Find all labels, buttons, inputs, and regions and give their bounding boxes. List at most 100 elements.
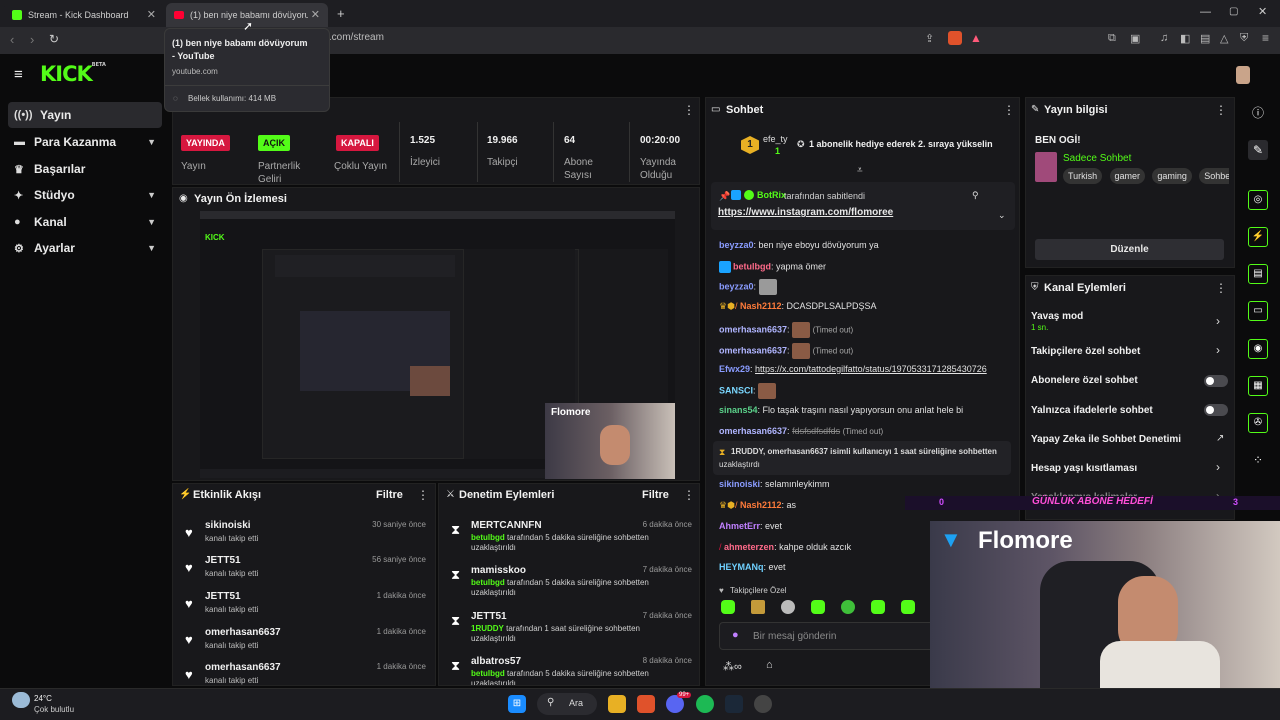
multistream-badge[interactable]: KAPALI	[336, 135, 379, 151]
chat-user[interactable]: AhmetErr	[719, 521, 760, 531]
chat-user[interactable]: SANSCI	[719, 385, 753, 395]
chevron-right-icon[interactable]: ›	[1216, 314, 1220, 328]
emote-icon[interactable]	[721, 600, 735, 614]
external-link-icon[interactable]: ↗	[1216, 433, 1224, 444]
sidebar-item-basarilar[interactable]: ♛ Başarılar	[8, 156, 162, 182]
wallet-icon[interactable]: ▤	[1200, 32, 1210, 45]
pinned-by-user[interactable]: BotRix	[757, 190, 786, 200]
more-icon[interactable]: ⋮	[683, 103, 695, 117]
more-icon[interactable]: ⋮	[1215, 103, 1227, 117]
moderator-name[interactable]: 1RUDDY	[471, 624, 504, 633]
partner-badge[interactable]: AÇIK	[258, 135, 290, 151]
mic-icon[interactable]: ●	[732, 629, 739, 641]
chat-user[interactable]: Efwx29	[719, 364, 750, 374]
chat-user[interactable]: betulbgd	[733, 261, 771, 271]
spotify-icon[interactable]	[696, 695, 714, 713]
moderator-name[interactable]: betulbgd	[471, 533, 505, 542]
moderated-user[interactable]: albatros57	[471, 656, 521, 667]
obs-icon[interactable]	[754, 695, 772, 713]
sidebar-item-studyo[interactable]: ✦ Stüdyo ▼	[8, 182, 162, 208]
close-tab-icon[interactable]: ✕	[311, 8, 320, 21]
edit-button[interactable]: Düzenle	[1035, 239, 1224, 260]
account-age-label[interactable]: Hesap yaşı kısıtlaması	[1031, 463, 1137, 474]
brave-rewards-icon[interactable]: ▲	[970, 31, 982, 45]
chat-user[interactable]: beyzza0	[719, 281, 754, 291]
followers-only-chat-label[interactable]: Takipçilere özel sohbet	[1031, 346, 1140, 357]
emote-icon[interactable]	[811, 600, 825, 614]
menu-icon[interactable]: ≡	[1262, 31, 1269, 45]
reload-icon[interactable]: ↻	[49, 32, 59, 46]
media-icon[interactable]: ♫	[1160, 32, 1168, 44]
chat-bubble-icon[interactable]: ▭	[1248, 301, 1268, 321]
chat-user[interactable]: omerhasan6637	[719, 324, 787, 334]
apps-icon[interactable]: ⁘	[1248, 450, 1268, 470]
pencil-icon[interactable]: ✎	[1248, 140, 1268, 160]
category-thumbnail[interactable]	[1035, 152, 1057, 182]
tag[interactable]: Sohbet	[1199, 168, 1229, 184]
emote-icon[interactable]	[871, 600, 885, 614]
tag[interactable]: gamer	[1109, 168, 1146, 184]
brave-shield-icon[interactable]	[948, 31, 962, 45]
subscribers-only-toggle[interactable]	[1204, 375, 1228, 387]
chevron-right-icon[interactable]: ›	[1216, 460, 1220, 474]
moderated-user[interactable]: JETT51	[471, 611, 507, 622]
hamburger-icon[interactable]: ≡	[14, 66, 23, 83]
extensions-icon[interactable]: ⧉	[1108, 32, 1116, 45]
sidebar-toggle-icon[interactable]: ◧	[1180, 32, 1190, 45]
activity-user[interactable]: omerhasan6637	[205, 627, 281, 638]
more-icon[interactable]: ⋮	[417, 488, 429, 502]
chat-user[interactable]: omerhasan6637	[719, 345, 787, 355]
target-icon[interactable]: ◎	[1248, 190, 1268, 210]
broadcast-icon[interactable]: ◉	[1248, 339, 1268, 359]
chat-user[interactable]: Nash2112	[740, 500, 782, 510]
chat-user[interactable]: beyzza0	[719, 240, 754, 250]
windows-start-icon[interactable]: ⊞	[508, 695, 526, 713]
chat-input[interactable]: ● Bir mesaj gönderin	[719, 622, 934, 650]
leo-icon[interactable]: △	[1220, 32, 1228, 45]
chevron-right-icon[interactable]: ›	[1216, 343, 1220, 357]
activity-user[interactable]: JETT51	[205, 555, 241, 566]
vpn-icon[interactable]: ⛨	[1240, 32, 1248, 45]
brave-browser-icon[interactable]	[637, 695, 655, 713]
chat-user[interactable]: sinans54	[719, 405, 758, 415]
forward-icon[interactable]: ›	[30, 32, 34, 47]
moderated-user[interactable]: mamisskoo	[471, 565, 526, 576]
share-icon[interactable]: ⇪	[925, 32, 934, 45]
document-icon[interactable]: ▤	[1248, 264, 1268, 284]
pinned-link[interactable]: https://www.instagram.com/flomoree	[718, 207, 893, 218]
steam-icon[interactable]	[725, 695, 743, 713]
people-icon[interactable]: ⁂∞	[723, 660, 742, 673]
tag[interactable]: gaming	[1152, 168, 1192, 184]
moderation-filter-button[interactable]: Filtre	[642, 489, 669, 501]
tab-kick-dashboard[interactable]: Stream - Kick Dashboard ✕	[4, 3, 164, 27]
chat-user[interactable]: HEYMANq	[719, 562, 764, 572]
emote-icon[interactable]	[901, 600, 915, 614]
chat-user[interactable]: Nash2112	[740, 301, 782, 311]
ai-moderation-label[interactable]: Yapay Zeka ile Sohbet Denetimi	[1031, 434, 1181, 445]
more-icon[interactable]: ⋮	[1215, 281, 1227, 295]
maximize-icon[interactable]: ▢	[1229, 6, 1238, 17]
layout-icon[interactable]: ▦	[1248, 376, 1268, 396]
activity-user[interactable]: sikinoiski	[205, 520, 251, 531]
category-name[interactable]: Sadece Sohbet	[1063, 153, 1131, 164]
wrench-icon[interactable]: ✇	[1248, 413, 1268, 433]
sidebar-item-ayarlar[interactable]: ⚙ Ayarlar ▼	[8, 235, 162, 261]
more-icon[interactable]: ⋮	[1003, 103, 1015, 117]
sidebar-item-kanal[interactable]: ● Kanal ▼	[8, 209, 162, 235]
taskbar-search[interactable]: ⚲ Ara	[537, 693, 597, 715]
minimize-icon[interactable]: —	[1200, 6, 1211, 18]
file-explorer-icon[interactable]	[608, 695, 626, 713]
back-icon[interactable]: ‹	[10, 32, 14, 47]
sidebar-item-para-kazanma[interactable]: ▬ Para Kazanma ▼	[8, 129, 162, 155]
collapse-icon[interactable]: ⩡	[857, 165, 863, 176]
slow-mode-label[interactable]: Yavaş mod	[1031, 311, 1083, 322]
tag[interactable]: Turkish	[1063, 168, 1103, 184]
unpin-icon[interactable]: ⚲	[972, 190, 979, 201]
info-icon[interactable]: ⓘ	[1248, 103, 1268, 123]
close-tab-icon[interactable]: ✕	[147, 8, 156, 21]
moderated-user[interactable]: MERTCANNFN	[471, 520, 542, 531]
chat-user[interactable]: ahmeterzen	[724, 542, 774, 552]
activity-filter-button[interactable]: Filtre	[376, 489, 403, 501]
emote-icon[interactable]	[841, 600, 855, 614]
lightning-icon[interactable]: ⚡	[1248, 227, 1268, 247]
